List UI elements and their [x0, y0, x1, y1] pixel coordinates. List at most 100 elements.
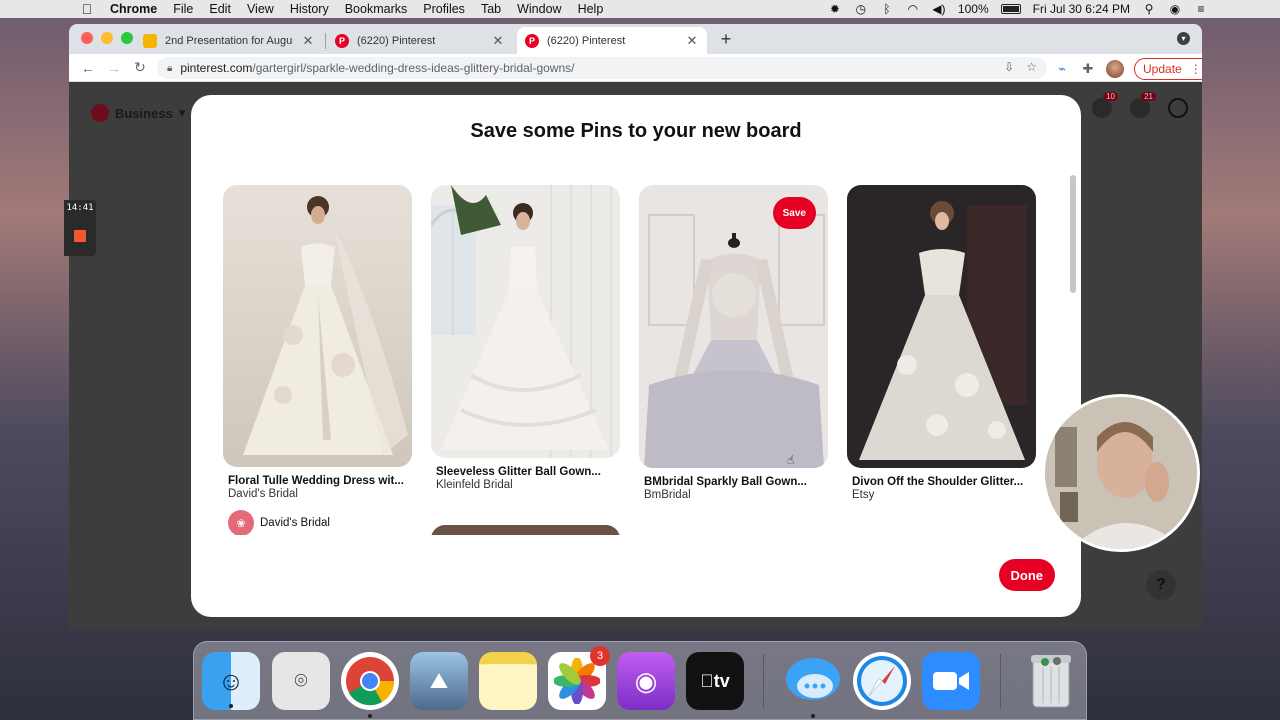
zoom-window-button[interactable]	[121, 32, 133, 44]
pin-title[interactable]: Sleeveless Glitter Ball Gown...	[431, 466, 620, 478]
account-avatar[interactable]	[1168, 98, 1188, 118]
forward-icon[interactable]: →	[101, 60, 127, 76]
done-button[interactable]: Done	[998, 559, 1055, 591]
menu-profiles[interactable]: Profiles	[415, 2, 473, 16]
pin-image[interactable]	[847, 185, 1036, 468]
business-menu[interactable]: Business ▾	[91, 104, 185, 122]
notes-icon[interactable]	[479, 652, 537, 710]
trash-icon[interactable]	[1022, 652, 1080, 710]
pin-image[interactable]	[431, 185, 620, 458]
pin-image[interactable]	[223, 185, 412, 467]
close-icon[interactable]: ✕	[301, 33, 315, 49]
timer-text: 14:41	[66, 203, 94, 213]
spotlight-search-icon[interactable]: ⚲	[1142, 2, 1156, 16]
tab-pinterest-2[interactable]: P (6220) Pinterest ✕	[517, 27, 707, 54]
new-tab-button[interactable]: +	[716, 29, 736, 50]
zoom-icon[interactable]	[922, 652, 980, 710]
pin-title[interactable]: Floral Tulle Wedding Dress wit...	[223, 475, 412, 487]
menu-view[interactable]: View	[239, 2, 282, 16]
minimize-window-button[interactable]	[101, 32, 113, 44]
tab-separator	[325, 33, 326, 49]
wifi-icon[interactable]: ◠	[906, 2, 920, 16]
bookmark-star-icon[interactable]: ☆	[1026, 60, 1037, 74]
more-vert-icon: ⋮	[1189, 62, 1202, 76]
menu-help[interactable]: Help	[570, 2, 612, 16]
apple-menu-icon[interactable]: 	[72, 1, 102, 17]
puzzle-icon[interactable]: ✚	[1080, 61, 1096, 77]
wedding-dress-photo	[847, 185, 1036, 468]
finder-icon[interactable]: ☺	[202, 652, 260, 710]
menu-bookmarks[interactable]: Bookmarks	[337, 2, 416, 16]
pin-source: David's Bridal	[228, 488, 298, 500]
chrome-icon[interactable]	[341, 652, 399, 718]
notifications-icon[interactable]: 10	[1092, 92, 1118, 118]
control-center-icon[interactable]: ≡	[1194, 2, 1208, 16]
pin-source: Etsy	[852, 489, 875, 501]
running-indicator	[368, 714, 372, 718]
menu-window[interactable]: Window	[509, 2, 569, 16]
message-badge: 21	[1141, 92, 1156, 101]
menubar-status-area: ✹ ◷ ᛒ ◠ ◀) 100% Fri Jul 30 6:24 PM ⚲ ◉ ≡	[828, 0, 1280, 18]
pin-source: Kleinfeld Bridal	[436, 479, 513, 491]
update-label: Update	[1143, 62, 1182, 76]
author-name: David's Bridal	[260, 517, 330, 529]
menubar-clock[interactable]: Fri Jul 30 6:24 PM	[1033, 2, 1130, 16]
scrollbar-thumb[interactable]	[1070, 175, 1076, 293]
back-icon[interactable]: ←	[75, 60, 101, 76]
menu-edit[interactable]: Edit	[201, 2, 239, 16]
pin-card[interactable]: Sleeveless Glitter Ball Gown... Kleinfel…	[431, 185, 620, 491]
profile-avatar[interactable]	[1106, 60, 1124, 78]
podcasts-icon[interactable]: ◉	[617, 652, 675, 710]
battery-percent: 100%	[957, 2, 989, 16]
safari-icon[interactable]	[853, 652, 911, 710]
siri-icon[interactable]: ◉	[1168, 2, 1182, 16]
extensions-area: ⌁ ✚ Update ⋮	[1054, 58, 1202, 80]
screenshot-icon[interactable]: ⌾	[272, 652, 330, 710]
lock-icon[interactable]: 🔒︎	[167, 63, 172, 74]
save-button[interactable]: Save	[772, 197, 816, 229]
pin-card[interactable]: Divon Off the Shoulder Glitter... Etsy	[847, 185, 1036, 501]
preview-icon[interactable]: ⛰	[410, 652, 468, 710]
pin-image[interactable]: Save ☝	[639, 185, 828, 468]
tab-presentation[interactable]: 2nd Presentation for August VC ✕	[135, 27, 323, 54]
tab-title: 2nd Presentation for August VC	[165, 34, 293, 47]
webcam-overlay[interactable]	[1042, 394, 1200, 552]
pin-author[interactable]: ❀ David's Bridal	[223, 510, 412, 535]
stop-recording-button[interactable]	[74, 230, 86, 242]
address-bar[interactable]: 🔒︎ pinterest.com/gartergirl/sparkle-wedd…	[157, 57, 1047, 79]
apple-tv-icon[interactable]: tv	[686, 652, 744, 710]
menu-tab[interactable]: Tab	[473, 2, 509, 16]
volume-icon[interactable]: ◀)	[932, 2, 946, 16]
help-button[interactable]: ?	[1146, 570, 1176, 600]
close-window-button[interactable]	[81, 32, 93, 44]
business-label: Business	[115, 105, 173, 121]
pin-title[interactable]: Divon Off the Shoulder Glitter...	[847, 476, 1036, 488]
update-button[interactable]: Update ⋮	[1134, 58, 1202, 80]
close-icon[interactable]: ✕	[685, 33, 699, 49]
extension-icon[interactable]: ⌁	[1054, 61, 1070, 77]
gear-icon[interactable]: ✹	[828, 2, 842, 16]
url-host: pinterest.com	[180, 61, 253, 75]
running-indicator	[229, 704, 233, 708]
pin-card[interactable]: Floral Tulle Wedding Dress wit... David'…	[223, 185, 412, 535]
battery-icon[interactable]	[1000, 4, 1021, 14]
pin-card[interactable]: Save ☝ BMbridal Sparkly Ball Gown... BmB…	[639, 185, 828, 501]
bluetooth-icon[interactable]: ᛒ	[880, 2, 894, 16]
tab-search-icon[interactable]: ▾	[1177, 32, 1190, 45]
reload-icon[interactable]: ↻	[127, 59, 153, 76]
menu-file[interactable]: File	[165, 2, 201, 16]
recording-timer: 14:41	[64, 200, 96, 256]
menu-app-name[interactable]: Chrome	[102, 2, 165, 16]
pin-image-partial[interactable]	[431, 525, 620, 535]
messages-icon[interactable]	[784, 652, 842, 718]
install-app-icon[interactable]: ⇩	[1004, 60, 1014, 74]
time-machine-icon[interactable]: ◷	[854, 2, 868, 16]
pinterest-logo-icon	[91, 104, 109, 122]
close-icon[interactable]: ✕	[491, 33, 505, 49]
photos-icon[interactable]: 3	[548, 646, 610, 710]
chevron-down-icon: ▾	[178, 105, 186, 120]
menu-history[interactable]: History	[282, 2, 337, 16]
messages-icon[interactable]: 21	[1130, 92, 1156, 118]
pin-title[interactable]: BMbridal Sparkly Ball Gown...	[639, 476, 828, 488]
tab-pinterest-1[interactable]: P (6220) Pinterest ✕	[327, 27, 513, 54]
